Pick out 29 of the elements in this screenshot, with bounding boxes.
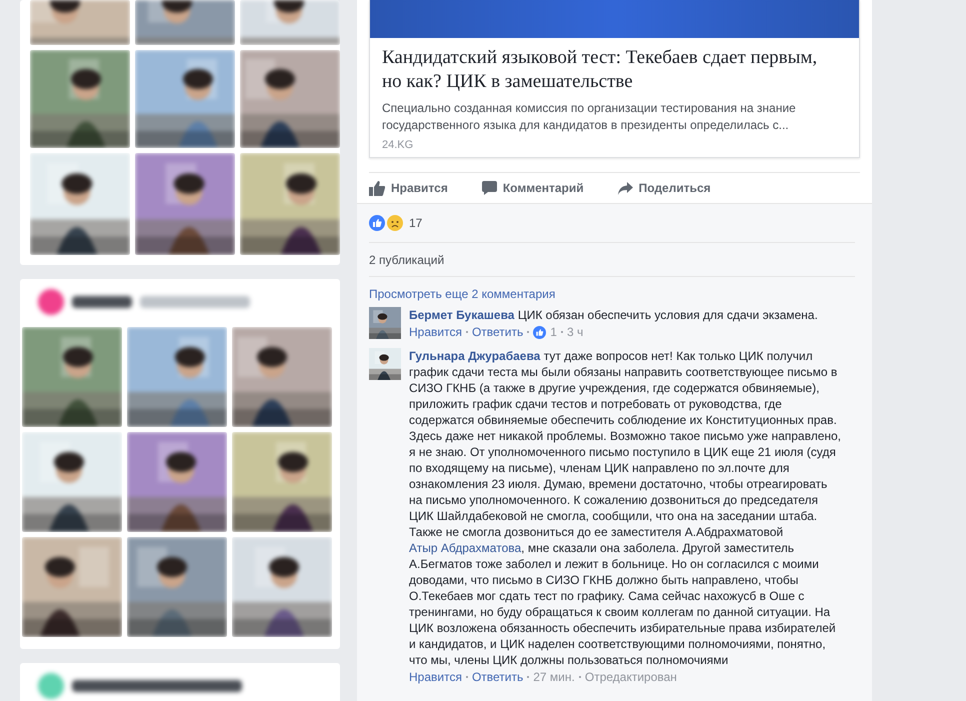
author-link[interactable]: Гульнара Джурабаева <box>409 349 540 363</box>
like-count: 1 <box>550 325 557 339</box>
more-comments-link[interactable]: Просмотреть еще 2 комментария <box>369 287 855 301</box>
share-arrow-icon <box>618 182 633 194</box>
like-button[interactable]: Нравится <box>369 180 448 196</box>
thumbs-up-icon <box>369 180 385 196</box>
like-link[interactable]: Нравится <box>409 325 462 339</box>
blurred-text-drawing <box>72 296 132 308</box>
comment-text: Гульнара Джурабаева тут даже вопросов нет! Как только ЦИК получил график сдачи теста мы были обязаны направить соответствующее письмо в СИЗО ГКНБ (а также в другие учреждения, где содержатся обвиняемые), приложить график сдачи тестов и потребовать от руководства, где содержатся обвиняемые обеспечить соблюдение их Конституционных прав. Здесь даже нет никакой проблемы. Возможно такое письмо уже направлено, я не знаю. От уполномоченного письмо поступило в ЦИК еще 21 июля (судя по входящему на письме), членам ЦИК направлено по эл.почте для ознакомления 23 июля. Думаю, времени достаточно, чтобы отреагировать на письмо уполномоченного. К сожалению дозвониться до председателя ЦИК Шайлдабековой не смогла, сообщили, что она на заседании штаба. Также не смогла дозвониться до ее заместителя А.Абдрахматовой Атыр Абдрахматова, мне сказали она заболела. Другой заместитель А.Бегматов тоже заболел и лежит в больнице. Но он согласился с моими доводами, что письмо в СИЗО ГКНБ должно быть направлено, чтобы О.Текебаев мог сдать тест по графику. Сама сейчас нахожусб в Оше с тренингами, но буду обращаться к своим коллегам по данной ситуации. На ЦИК возложена обязанность обеспечить избирательные права избирателей и кандидатов, и ЦИК наделен соответствующими полномочиями, понятно, что мы, члены ЦИК должны пользоваться полномочиями <box>409 348 841 668</box>
speech-bubble-icon <box>482 181 497 195</box>
reply-link[interactable]: Ответить <box>472 670 524 684</box>
like-reaction-icon <box>533 326 546 338</box>
link-preview-card[interactable] <box>369 0 860 158</box>
like-link[interactable]: Нравится <box>409 670 462 684</box>
link-source: 24.KG <box>382 139 414 151</box>
comment-text: Бермет Букашева ЦИК обязан обеспечить условия для сдачи экзамена. <box>409 307 819 323</box>
link-description: Специально созданная комиссия по организации тестирования на знание государственного языка для кандидатов в президенты определилась с... <box>382 100 797 134</box>
link-title: Кандидатский языковой тест: Текебаев сдает первым, но как? ЦИК в замешательстве <box>382 46 818 94</box>
comment-button[interactable]: Комментарий <box>482 181 584 195</box>
share-button[interactable]: Поделиться <box>618 181 711 195</box>
avatar[interactable] <box>369 348 401 380</box>
reply-link[interactable]: Ответить <box>472 325 524 339</box>
reaction-count[interactable]: 17 <box>409 216 422 230</box>
mention-link[interactable]: Атыр Абдрахматова <box>409 541 522 555</box>
sad-reaction-icon <box>387 215 403 231</box>
shares-count[interactable]: 2 публикаций <box>369 252 444 266</box>
avatar[interactable] <box>369 307 401 339</box>
author-link[interactable]: Бермет Букашева <box>409 308 514 322</box>
like-reaction-icon <box>369 215 385 231</box>
